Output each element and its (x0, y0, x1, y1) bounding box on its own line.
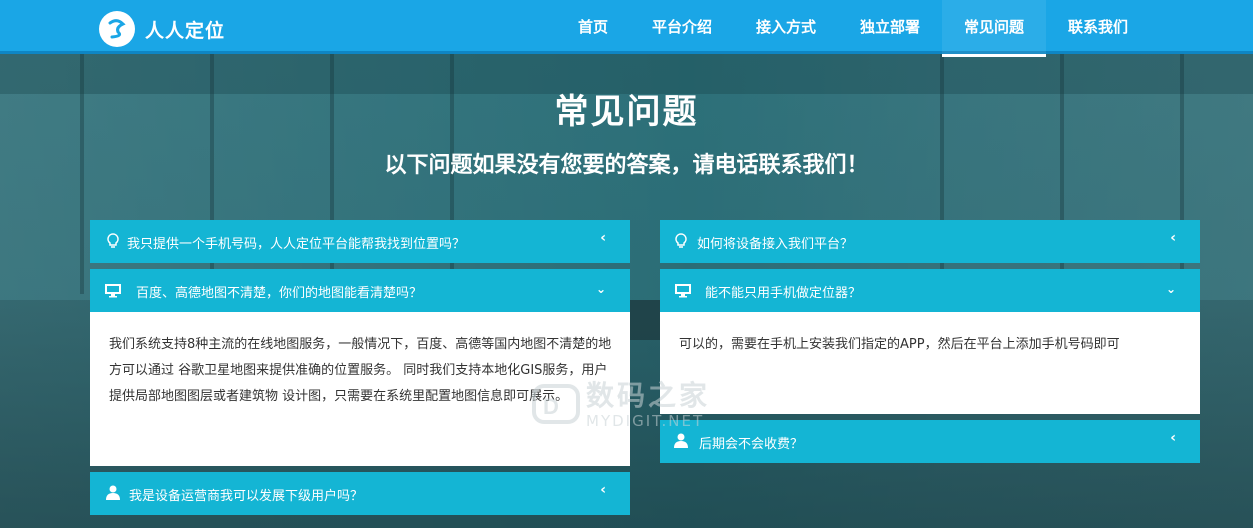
faq-left-3-header[interactable]: 我是设备运营商我可以发展下级用户吗？ ‹ (90, 472, 630, 515)
monitor-icon (674, 281, 692, 299)
page-subtitle: 以下问题如果没有您要的答案，请电话联系我们！ (384, 153, 869, 178)
chevron-left-icon: ‹ (600, 230, 606, 246)
faq-right-3-header[interactable]: 后期会不会收费？ ‹ (660, 420, 1200, 463)
brand-logo[interactable] (99, 11, 135, 47)
faq-left-2-header[interactable]: 百度、高德地图不清楚，你们的地图能看清楚吗？ ⌄ (90, 269, 630, 312)
nav-home[interactable]: 首页 (570, 0, 616, 54)
brand-name[interactable]: 人人定位 (145, 16, 225, 43)
watermark-subtitle: MYDIGIT.NET (586, 412, 705, 430)
faq-right-2-header[interactable]: 能不能只用手机做定位器？ ⌄ (660, 269, 1200, 312)
faq-question: 如何将设备接入我们平台？ (697, 237, 854, 252)
page-title: 常见问题 (554, 92, 699, 132)
watermark-logo-icon: D (532, 384, 580, 424)
lightbulb-icon (672, 232, 690, 250)
chevron-left-icon: ‹ (1170, 230, 1176, 246)
faq-left-1-header[interactable]: 我只提供一个手机号码，人人定位平台能帮我找到位置吗？ ‹ (90, 220, 630, 263)
chevron-down-icon: ⌄ (1165, 282, 1176, 296)
nav-faq[interactable]: 常见问题 (942, 0, 1046, 57)
monitor-icon (104, 281, 122, 299)
faq-question: 我只提供一个手机号码，人人定位平台能帮我找到位置吗？ (127, 237, 466, 252)
nav-standalone-deploy[interactable]: 独立部署 (852, 0, 928, 54)
chevron-down-icon: ⌄ (595, 282, 606, 296)
lightbulb-icon (104, 232, 122, 250)
nav-platform-intro[interactable]: 平台介绍 (644, 0, 720, 54)
faq-right-1-header[interactable]: 如何将设备接入我们平台？ ‹ (660, 220, 1200, 263)
nav-access-methods[interactable]: 接入方式 (748, 0, 824, 54)
faq-question: 百度、高德地图不清楚，你们的地图能看清楚吗？ (136, 286, 423, 301)
svg-text:D: D (543, 394, 559, 419)
nav-contact[interactable]: 联系我们 (1060, 0, 1136, 54)
faq-question: 能不能只用手机做定位器？ (705, 286, 862, 301)
user-icon (104, 484, 122, 502)
chevron-left-icon: ‹ (600, 482, 606, 498)
watermark: D 数码之家 MYDIGIT.NET (530, 368, 730, 440)
faq-question: 我是设备运营商我可以发展下级用户吗？ (129, 489, 364, 504)
top-navbar: 人人定位 首页 平台介绍 接入方式 独立部署 常见问题 联系我们 (0, 0, 1253, 57)
watermark-title: 数码之家 (586, 379, 711, 412)
faq-right-2-answer: 可以的，需要在手机上安装我们指定的APP，然后在平台上添加手机号码即可 (660, 312, 1200, 414)
chevron-left-icon: ‹ (1170, 430, 1176, 446)
